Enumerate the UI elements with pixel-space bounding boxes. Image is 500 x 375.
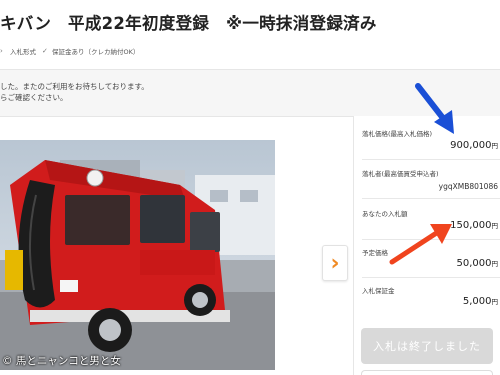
auction-type-label: 入札形式: [10, 48, 36, 56]
blue-arrow-icon: [415, 83, 454, 134]
gavel-icon: ›: [0, 46, 3, 55]
bid-deposit-number: 5,000: [462, 296, 492, 307]
auction-type: › 入札形式: [0, 46, 36, 56]
winning-price-unit: 円: [491, 142, 499, 150]
divider: [362, 198, 500, 199]
next-photo-button[interactable]: ›: [322, 245, 348, 281]
photo-credit: © 馬とニャンコと男と女: [2, 355, 121, 367]
page-title: キバン 平成22年初度登録 ※一時抹消登録済み: [0, 14, 377, 33]
fire-truck-image: [0, 140, 275, 370]
reserve-price-number: 50,000: [456, 258, 492, 269]
divider: [362, 159, 500, 160]
bid-deposit: 入札保証金: [362, 285, 500, 295]
your-bid-unit: 円: [491, 222, 499, 230]
notice-line-1: した。またのご利用をお待ちしております。: [0, 82, 149, 91]
auction-meta: › 入札形式 ✓ 保証金あり（クレカ納付OK）: [0, 44, 139, 58]
winner-label: 落札者(最高価買受申込者): [362, 170, 439, 178]
bidding-ended-button[interactable]: 入札は終了しました: [361, 328, 493, 364]
check-icon: ✓: [42, 46, 48, 55]
reserve-price-value: 50,000円: [457, 258, 499, 269]
chevron-right-icon: ›: [330, 250, 340, 276]
red-arrow-icon: [389, 224, 452, 265]
divider: [362, 277, 500, 278]
deposit-info: ✓ 保証金あり（クレカ納付OK）: [42, 46, 139, 56]
your-bid-label: あなたの入札額: [362, 210, 408, 218]
winning-price-number: 900,000: [450, 140, 492, 151]
bid-deposit-value: 5,000円: [463, 296, 498, 307]
vehicle-photo[interactable]: © 馬とニャンコと男と女: [0, 140, 275, 370]
deposit-label: 保証金あり（クレカ納付OK）: [52, 48, 140, 56]
secondary-button[interactable]: [361, 370, 493, 375]
notice-line-2: らご確認ください。: [0, 93, 68, 102]
winner-id: ygqXMB801086: [438, 182, 498, 191]
reserve-price-unit: 円: [491, 260, 499, 268]
winning-price-value: 900,000円: [450, 140, 498, 151]
bid-deposit-unit: 円: [491, 298, 499, 306]
your-bid: あなたの入札額: [362, 208, 500, 218]
bid-deposit-label: 入札保証金: [362, 287, 395, 295]
winner: 落札者(最高価買受申込者): [362, 168, 500, 178]
